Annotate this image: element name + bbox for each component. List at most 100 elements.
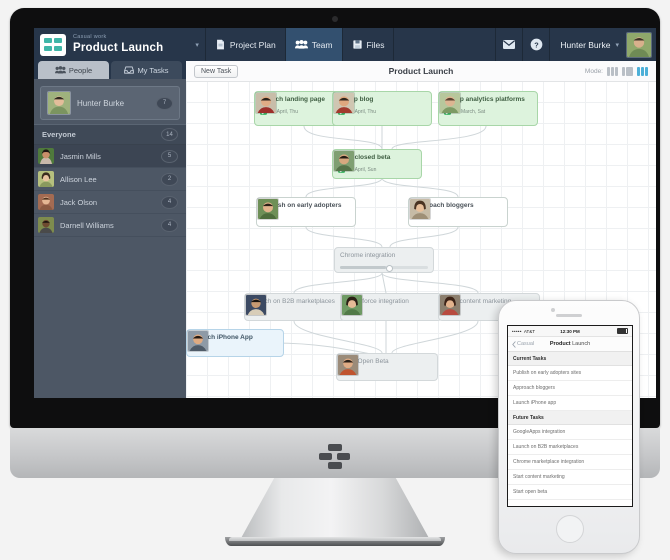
status-bar: ••••• AT&T 12:30 PM xyxy=(508,326,632,337)
list-item[interactable]: Launch on B2B marketplaces xyxy=(508,440,632,455)
imac-stand-neck xyxy=(240,478,430,540)
brand-block[interactable]: Casual work Product Launch ▾ xyxy=(34,33,199,56)
list-item[interactable]: Darnell Williams 4 xyxy=(34,214,186,237)
list-item[interactable]: GoogleApps integration xyxy=(508,425,632,440)
list-item[interactable]: Start open beta xyxy=(508,485,632,500)
task-node-set-up-blog[interactable]: Set up blog 30 April, Thu xyxy=(332,91,432,126)
project-title: Product Launch xyxy=(73,41,164,54)
avatar xyxy=(341,294,363,316)
earpiece-speaker xyxy=(556,314,582,317)
sidebar-tabs: People My Tasks xyxy=(34,61,186,79)
task-node-approach-bloggers[interactable]: Approach bloggers xyxy=(408,197,508,227)
mode-board-view-icon[interactable] xyxy=(622,66,633,76)
nav-item-files[interactable]: Files xyxy=(343,28,395,61)
avatar xyxy=(38,217,54,233)
screenshot-scene: Casual work Product Launch ▾ Project Pla… xyxy=(0,0,670,560)
nav-item-project-plan[interactable]: Project Plan xyxy=(204,28,286,61)
canvas-toolbar: New Task Product Launch Mode: xyxy=(186,61,656,82)
iphone-title: Product Launch xyxy=(508,341,632,347)
tab-label-people: People xyxy=(68,65,93,75)
avatar xyxy=(337,354,359,376)
task-node-publish-early-adopters[interactable]: Publish on early adopters sites xyxy=(256,197,356,227)
task-node-salesforce-integration[interactable]: Salesforce integration xyxy=(340,293,442,321)
avatar xyxy=(38,148,54,164)
avatar xyxy=(38,171,54,187)
section-header-current-tasks: Current Tasks xyxy=(508,352,632,366)
main-nav: Project Plan Team Files xyxy=(204,28,395,61)
avatar xyxy=(409,198,431,220)
list-item[interactable]: Launch iPhone app xyxy=(508,396,632,411)
person-count: 4 xyxy=(161,218,178,232)
nav-label-project-plan: Project Plan xyxy=(229,39,276,50)
mode-columns-view-icon[interactable] xyxy=(607,66,618,76)
avatar xyxy=(439,294,461,316)
mode-label: Mode: xyxy=(584,67,603,75)
avatar xyxy=(47,91,71,115)
nav-item-team[interactable]: Team xyxy=(285,28,343,61)
task-title: Chrome integration xyxy=(340,252,396,259)
document-icon xyxy=(216,39,224,50)
help-icon[interactable]: ? xyxy=(522,28,549,61)
avatar xyxy=(439,92,461,114)
webcam-icon xyxy=(332,16,338,22)
avatar xyxy=(245,294,267,316)
app-topbar: Casual work Product Launch ▾ Project Pla… xyxy=(34,28,656,61)
list-item[interactable]: Jasmin Mills 5 xyxy=(34,145,186,168)
avatar-hunter-burke[interactable] xyxy=(626,31,652,58)
sidebar: People My Tasks Hunter Burke 7 Everyone … xyxy=(34,61,186,398)
clock-label: 12:30 PM xyxy=(560,328,580,334)
person-name: Jasmin Mills xyxy=(60,151,101,161)
sidebar-group-header[interactable]: Everyone 14 xyxy=(34,124,186,145)
floppy-icon xyxy=(352,40,362,49)
person-name: Darnell Williams xyxy=(60,220,114,230)
avatar xyxy=(333,92,355,114)
svg-text:?: ? xyxy=(534,40,539,49)
section-header-future-tasks: Future Tasks xyxy=(508,411,632,425)
list-item[interactable]: Start content marketing xyxy=(508,470,632,485)
iphone-title-light: Launch xyxy=(572,341,591,347)
user-menu[interactable]: Hunter Burke ▾ xyxy=(549,28,626,61)
mode-graph-view-icon[interactable] xyxy=(637,66,648,76)
mail-icon[interactable] xyxy=(495,28,522,61)
iphone-screen: ••••• AT&T 12:30 PM Casual Product Launc… xyxy=(507,325,633,507)
task-node-start-open-beta[interactable]: Start Open Beta xyxy=(336,353,438,381)
task-node-launch-b2b[interactable]: Launch on B2B marketplaces xyxy=(244,293,346,321)
avatar xyxy=(38,194,54,210)
sidebar-me-card[interactable]: Hunter Burke 7 xyxy=(40,86,180,120)
list-item[interactable]: Approach bloggers xyxy=(508,381,632,396)
group-count: 14 xyxy=(161,128,178,141)
user-name: Hunter Burke xyxy=(560,39,611,50)
home-button-icon[interactable] xyxy=(556,515,584,543)
person-count: 2 xyxy=(161,172,178,186)
task-node-start-closed-beta[interactable]: Start closed beta 12 April, Sun xyxy=(332,149,422,179)
task-node-set-up-analytics[interactable]: Set up analytics platforms 28 March, Sat xyxy=(438,91,538,126)
inbox-icon xyxy=(124,66,135,74)
app-brand-logo-icon xyxy=(319,444,351,470)
list-item[interactable]: Publish on early adopters sites xyxy=(508,366,632,381)
tab-people[interactable]: People xyxy=(38,61,109,79)
front-camera-icon xyxy=(551,308,555,312)
tab-my-tasks[interactable]: My Tasks xyxy=(111,61,182,79)
progress-bar[interactable] xyxy=(340,265,428,272)
nav-label-team: Team xyxy=(311,39,333,50)
iphone-navbar: Casual Product Launch xyxy=(508,337,632,352)
group-label: Everyone xyxy=(42,130,76,139)
avatar xyxy=(333,150,355,172)
me-task-count: 7 xyxy=(156,96,173,110)
battery-icon xyxy=(617,328,628,334)
list-item[interactable]: Jack Olson 4 xyxy=(34,191,186,214)
task-node-launch-iphone-app[interactable]: Launch iPhone App xyxy=(186,329,284,357)
chevron-down-icon[interactable]: ▾ xyxy=(195,41,199,49)
person-name: Jack Olson xyxy=(60,197,98,207)
person-count: 4 xyxy=(161,195,178,209)
new-task-button[interactable]: New Task xyxy=(194,64,239,78)
list-item[interactable]: Allison Lee 2 xyxy=(34,168,186,191)
task-node-chrome-integration[interactable]: Chrome integration xyxy=(334,247,434,273)
app-logo-icon xyxy=(40,33,66,56)
avatar xyxy=(255,92,277,114)
list-item[interactable]: Chrome marketplace integration xyxy=(508,455,632,470)
mode-switcher: Mode: xyxy=(584,66,648,76)
avatar xyxy=(257,198,279,220)
avatar xyxy=(187,330,209,352)
people-icon xyxy=(54,66,66,74)
